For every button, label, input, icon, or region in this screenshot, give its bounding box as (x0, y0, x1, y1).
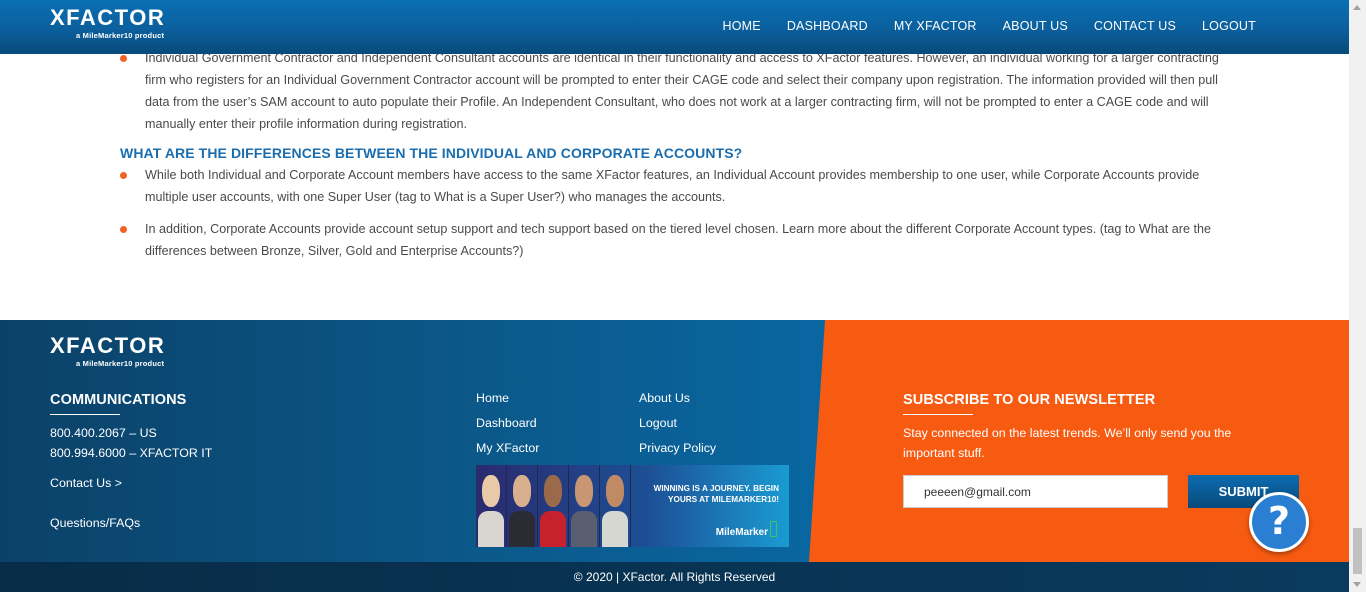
phone-us[interactable]: 800.400.2067 – US (50, 423, 212, 443)
communications-section: COMMUNICATIONS 800.400.2067 – US 800.994… (50, 392, 212, 533)
person-head-shape (606, 475, 624, 507)
newsletter-heading: SUBSCRIBE TO OUR NEWSLETTER (903, 392, 1156, 408)
site-footer: XFACTOR a MileMarker10 product COMMUNICA… (0, 320, 1349, 562)
scroll-down-arrow-icon[interactable] (1353, 582, 1361, 587)
footer-links: Home About Us Dashboard Logout My XFacto… (476, 388, 789, 458)
list-item: In addition, Corporate Accounts provide … (120, 218, 1220, 262)
copyright-bar: © 2020 | XFactor. All Rights Reserved (0, 562, 1349, 592)
logo-tagline: a MileMarker10 product (76, 359, 165, 368)
bullet-icon (120, 172, 127, 179)
logo-wordmark: XFACTOR (50, 333, 166, 358)
milemarker-banner[interactable]: WINNING IS A JOURNEY. BEGIN YOURS AT MIL… (476, 465, 789, 547)
person-head-shape (513, 475, 531, 507)
faqs-link[interactable]: Questions/FAQs (50, 513, 212, 533)
phone-xfactor-it[interactable]: 800.994.6000 – XFACTOR IT (50, 443, 212, 463)
heading-underline (903, 414, 973, 415)
banner-photo-strip (476, 465, 631, 547)
nav-logout[interactable]: LOGOUT (1189, 19, 1269, 33)
scrollbar-thumb[interactable] (1353, 528, 1362, 574)
logo-wordmark: XFACTOR (50, 5, 166, 30)
person-body-shape (571, 511, 597, 547)
footer-link-my-xfactor[interactable]: My XFactor (476, 438, 639, 458)
help-button[interactable]: ? (1249, 492, 1309, 552)
bullet-icon (120, 55, 127, 62)
person-body-shape (478, 511, 504, 547)
footer-link-about-us[interactable]: About Us (639, 388, 789, 408)
logo-tagline: a MileMarker10 product (76, 31, 165, 40)
banner-tagline: WINNING IS A JOURNEY. BEGIN YOURS AT MIL… (653, 484, 779, 504)
footer-link-home[interactable]: Home (476, 388, 639, 408)
person-photo (600, 465, 631, 547)
person-head-shape (575, 475, 593, 507)
person-photo (569, 465, 600, 547)
person-body-shape (509, 511, 535, 547)
communications-heading: COMMUNICATIONS (50, 392, 187, 408)
newsletter-description: Stay connected on the latest trends. We’… (903, 426, 1232, 460)
banner-brand: MileMarker (716, 521, 777, 538)
bullet-icon (120, 226, 127, 233)
footer-logo[interactable]: XFACTOR a MileMarker10 product (50, 333, 166, 369)
answer-text: While both Individual and Corporate Acco… (145, 168, 1200, 204)
list-item: Individual Government Contractor and Ind… (120, 47, 1220, 135)
person-photo (507, 465, 538, 547)
person-photo (476, 465, 507, 547)
newsletter-section: SUBSCRIBE TO OUR NEWSLETTER Stay connect… (903, 392, 1283, 463)
footer-link-dashboard[interactable]: Dashboard (476, 413, 639, 433)
faq-question-heading: WHAT ARE THE DIFFERENCES BETWEEN THE IND… (120, 145, 743, 161)
newsletter-email-input[interactable] (903, 475, 1168, 508)
person-head-shape (544, 475, 562, 507)
list-item: While both Individual and Corporate Acco… (120, 164, 1220, 208)
nav-my-xfactor[interactable]: MY XFACTOR (881, 19, 990, 33)
footer-link-logout[interactable]: Logout (639, 413, 789, 433)
answer-list: While both Individual and Corporate Acco… (0, 164, 1220, 262)
person-body-shape (602, 511, 628, 547)
nav-about-us[interactable]: ABOUT US (990, 19, 1081, 33)
milemarker-10-icon (770, 521, 777, 537)
nav-dashboard[interactable]: DASHBOARD (774, 19, 881, 33)
answer-list: Individual Government Contractor and Ind… (0, 46, 1220, 135)
main-nav: HOME DASHBOARD MY XFACTOR ABOUT US CONTA… (710, 19, 1269, 33)
scroll-up-arrow-icon[interactable] (1353, 5, 1361, 10)
faq-content: Individual Government Contractor and Ind… (0, 46, 1349, 272)
person-photo (538, 465, 569, 547)
contact-us-link[interactable]: Contact Us > (50, 473, 212, 493)
person-body-shape (540, 511, 566, 547)
answer-text: Individual Government Contractor and Ind… (145, 51, 1219, 131)
person-head-shape (482, 475, 500, 507)
page-scrollbar[interactable] (1349, 0, 1366, 592)
site-logo[interactable]: XFACTOR a MileMarker10 product (50, 5, 166, 41)
heading-underline (50, 414, 120, 415)
nav-home[interactable]: HOME (710, 19, 774, 33)
nav-contact-us[interactable]: CONTACT US (1081, 19, 1189, 33)
newsletter-form: SUBMIT (903, 475, 1299, 508)
site-header: XFACTOR a MileMarker10 product HOME DASH… (0, 0, 1349, 54)
banner-brand-text: MileMarker (715, 527, 768, 538)
answer-text: In addition, Corporate Accounts provide … (145, 222, 1212, 258)
footer-link-privacy-policy[interactable]: Privacy Policy (639, 438, 789, 458)
